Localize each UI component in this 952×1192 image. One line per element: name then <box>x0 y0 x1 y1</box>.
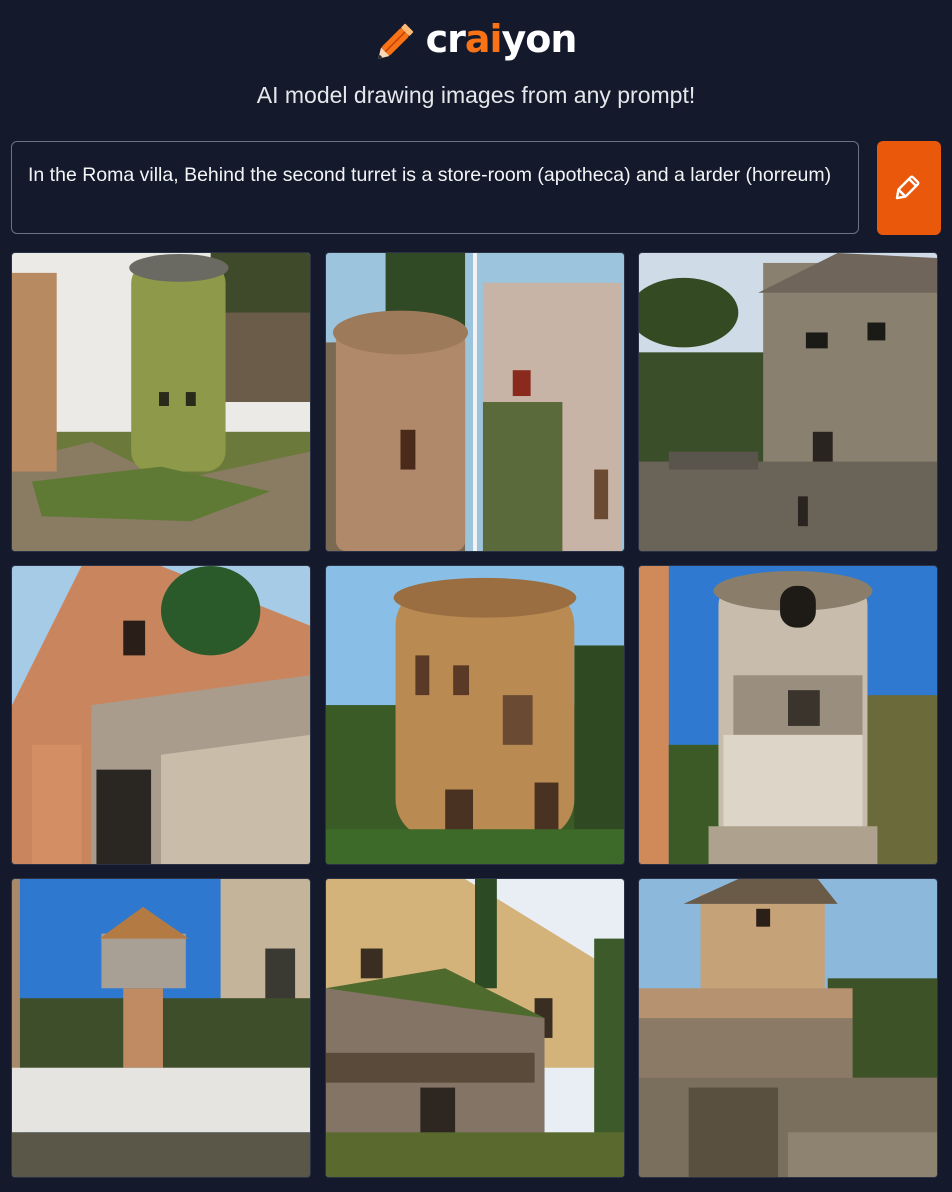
prompt-input[interactable]: In the Roma villa, Behind the second tur… <box>11 141 859 234</box>
result-image-8[interactable] <box>325 878 625 1178</box>
draw-button[interactable] <box>877 141 941 235</box>
result-image-2[interactable] <box>325 252 625 552</box>
pencil-icon <box>892 169 926 208</box>
result-image-3[interactable] <box>638 252 938 552</box>
result-image-4[interactable] <box>11 565 311 865</box>
result-image-5[interactable] <box>325 565 625 865</box>
result-image-6[interactable] <box>638 565 938 865</box>
result-image-9[interactable] <box>638 878 938 1178</box>
tagline: AI model drawing images from any prompt! <box>256 82 696 108</box>
craiyon-logo[interactable]: craiyon <box>0 14 952 64</box>
result-image-7[interactable] <box>11 878 311 1178</box>
logo-wordmark: craiyon <box>425 17 578 61</box>
result-image-1[interactable] <box>11 252 311 552</box>
pencil-icon <box>376 17 420 61</box>
